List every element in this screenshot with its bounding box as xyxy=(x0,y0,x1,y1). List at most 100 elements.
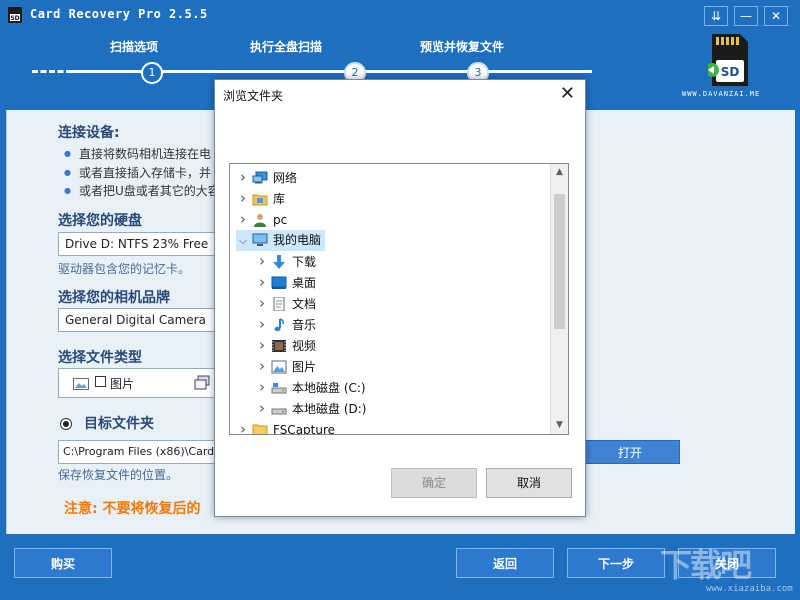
dialog-close-icon[interactable]: ✕ xyxy=(560,83,575,104)
chevron-right-icon[interactable]: › xyxy=(255,335,269,356)
chevron-right-icon[interactable]: › xyxy=(255,293,269,314)
app-title: Card Recovery Pro 2.5.5 xyxy=(30,7,208,21)
tree-item-label: pc xyxy=(273,213,288,227)
tree-item-label: 本地磁盘 (C:) xyxy=(292,381,366,395)
camera-select[interactable]: General Digital Camera xyxy=(58,308,228,332)
drive-section-title: 选择您的硬盘 xyxy=(58,213,142,229)
computer-icon xyxy=(250,233,273,247)
brand-url: WWW.DAVANZAI.ME xyxy=(682,90,761,98)
collapse-button[interactable]: ⇊ xyxy=(704,6,728,26)
tree-item[interactable]: › 视频 xyxy=(255,335,316,356)
tree-item[interactable]: › 图片 xyxy=(255,356,316,377)
folder-icon xyxy=(250,423,273,434)
tree-item-label: 库 xyxy=(273,192,286,206)
tree-item-label: 桌面 xyxy=(292,276,317,290)
more-types-icon[interactable] xyxy=(194,375,210,391)
camera-section-title: 选择您的相机品牌 xyxy=(58,290,170,306)
library-icon xyxy=(250,192,273,206)
picture-icon xyxy=(269,360,292,374)
chevron-right-icon[interactable]: › xyxy=(236,167,250,188)
open-folder-button[interactable]: 打开 xyxy=(580,440,680,464)
connect-bullet-3: 或者把U盘或者其它的大容 xyxy=(64,182,220,199)
tree-scrollbar[interactable]: ▲ ▼ xyxy=(550,164,568,434)
tree-item-label: FSCapture xyxy=(273,423,336,435)
chevron-right-icon[interactable]: › xyxy=(255,377,269,398)
tree-item-label: 我的电脑 xyxy=(273,233,322,247)
chevron-down-icon[interactable]: ⌵ xyxy=(236,230,250,251)
title-bar: SD Card Recovery Pro 2.5.5 ⇊ — ✕ xyxy=(0,0,800,30)
svg-text:SD: SD xyxy=(10,15,19,22)
filetype-section-title: 选择文件类型 xyxy=(58,350,142,366)
music-icon xyxy=(269,317,292,332)
filetype-panel: 图片 xyxy=(58,368,218,398)
drive-select[interactable]: Drive D: NTFS 23% Free xyxy=(58,232,228,256)
scroll-up-icon[interactable]: ▲ xyxy=(551,164,568,181)
tree-item[interactable]: › 下载 xyxy=(255,251,316,272)
folder-tree[interactable]: ▲ ▼ › 网络 › 库 › pc ⌵ 我的电脑 › 下载 › 桌面 › 文档 › 音乐 › 视频 › 图片 › 本地磁盘… xyxy=(229,163,569,435)
tree-item[interactable]: › 本地磁盘 (D:) xyxy=(255,398,366,419)
tree-item[interactable]: › 文档 xyxy=(255,293,316,314)
target-folder-radio[interactable] xyxy=(60,418,72,430)
network-icon xyxy=(250,171,273,185)
drive-icon xyxy=(269,402,292,416)
progress-track-end xyxy=(556,70,592,73)
chevron-right-icon[interactable]: › xyxy=(255,314,269,335)
tree-item[interactable]: › 桌面 xyxy=(255,272,316,293)
watermark-logo: 下载吧 xyxy=(660,546,752,584)
chevron-right-icon[interactable]: › xyxy=(236,188,250,209)
chevron-right-icon[interactable]: › xyxy=(255,272,269,293)
connect-bullet-1: 直接将数码相机连接在电 xyxy=(64,145,211,162)
tree-item[interactable]: › 音乐 xyxy=(255,314,316,335)
download-icon xyxy=(269,254,292,269)
tree-item-label: 下载 xyxy=(292,255,317,269)
chevron-right-icon[interactable]: › xyxy=(255,251,269,272)
step-label-preview-recover: 预览并恢复文件 xyxy=(420,40,505,54)
tree-item[interactable]: › pc xyxy=(236,209,287,230)
buy-button[interactable]: 购买 xyxy=(14,548,112,578)
warning-text: 注意: 不要将恢复后的 xyxy=(64,501,201,517)
tree-item[interactable]: › 库 xyxy=(236,188,285,209)
tree-item-label: 图片 xyxy=(292,360,317,374)
dialog-title: 浏览文件夹 xyxy=(223,89,284,103)
ok-button[interactable]: 确定 xyxy=(391,468,477,498)
tree-item-label: 本地磁盘 (D:) xyxy=(292,402,367,416)
tree-item[interactable]: › 网络 xyxy=(236,167,297,188)
tree-item[interactable]: ⌵ 我的电脑 xyxy=(236,230,326,251)
picture-checkbox[interactable] xyxy=(95,376,106,387)
back-button[interactable]: 返回 xyxy=(456,548,554,578)
target-hint: 保存恢复文件的位置。 xyxy=(58,468,179,482)
connect-bullet-2: 或者直接插入存储卡，并 xyxy=(64,164,211,181)
chevron-right-icon[interactable]: › xyxy=(255,356,269,377)
scroll-down-icon[interactable]: ▼ xyxy=(551,417,568,434)
document-icon xyxy=(269,296,292,311)
watermark-url: www.xiazaiba.com xyxy=(706,584,793,594)
user-icon xyxy=(250,213,273,227)
scroll-thumb[interactable] xyxy=(554,194,565,329)
close-window-button[interactable]: ✕ xyxy=(764,6,788,26)
drive-hint: 驱动器包含您的记忆卡。 xyxy=(58,262,191,276)
next-button[interactable]: 下一步 xyxy=(567,548,665,578)
tree-item[interactable]: › 本地磁盘 (C:) xyxy=(255,377,366,398)
target-folder-title: 目标文件夹 xyxy=(84,416,154,432)
tree-item-label: 视频 xyxy=(292,339,317,353)
drive-c-icon xyxy=(269,381,292,395)
minimize-button[interactable]: — xyxy=(734,6,758,26)
target-path-input[interactable]: C:\Program Files (x86)\Card xyxy=(58,440,218,464)
step-label-scan-options: 扫描选项 xyxy=(110,40,159,54)
video-icon xyxy=(269,339,292,353)
svg-text:SD: SD xyxy=(721,65,740,79)
tree-item-label: 音乐 xyxy=(292,318,317,332)
browse-folder-dialog: 浏览文件夹 ✕ ▲ ▼ › 网络 › 库 › pc ⌵ 我的电脑 › 下载 › 桌面 › 文档 › 音乐 › 视频… xyxy=(214,79,586,517)
connect-device-title: 连接设备: xyxy=(58,125,120,141)
progress-track-start xyxy=(32,70,72,73)
tree-item-label: 网络 xyxy=(273,171,298,185)
picture-checkbox-label: 图片 xyxy=(110,377,135,391)
chevron-right-icon[interactable]: › xyxy=(255,398,269,419)
sd-card-icon: SD xyxy=(708,34,748,86)
chevron-right-icon[interactable]: › xyxy=(236,209,250,230)
cancel-button[interactable]: 取消 xyxy=(486,468,572,498)
image-type-icon xyxy=(73,378,89,390)
chevron-right-icon[interactable]: › xyxy=(236,419,250,434)
tree-item[interactable]: › FSCapture xyxy=(236,419,336,435)
desktop-icon xyxy=(269,276,292,290)
